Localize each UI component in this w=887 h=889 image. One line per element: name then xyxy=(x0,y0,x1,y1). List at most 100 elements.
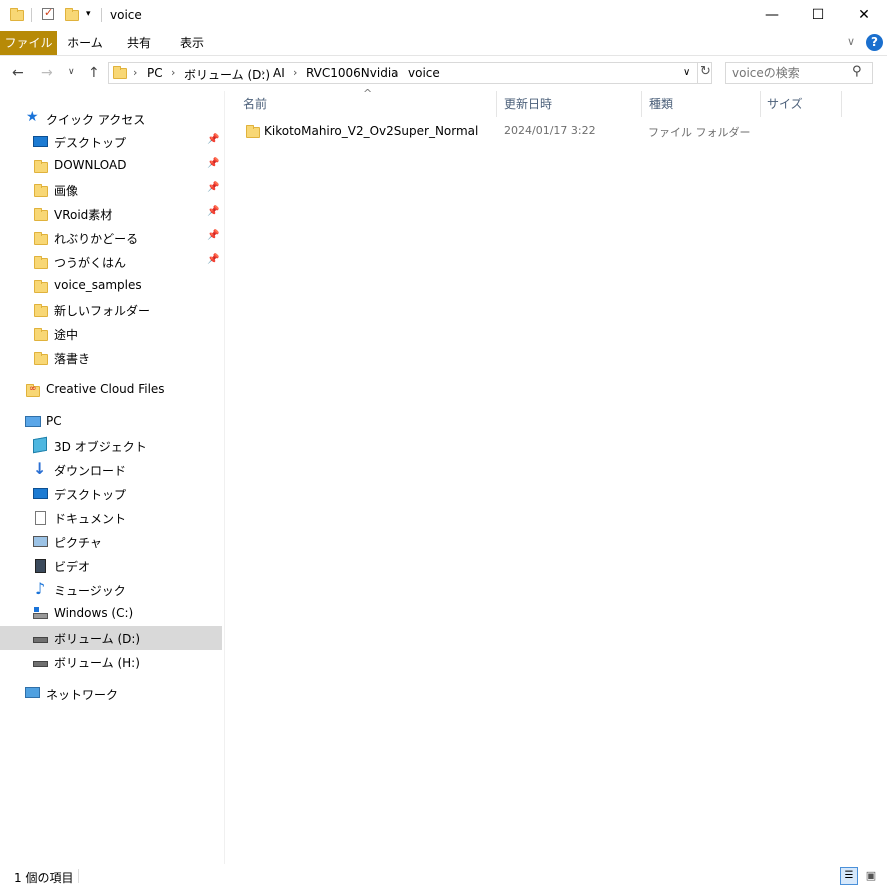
item-count: 1 個の項目 xyxy=(14,871,74,885)
search-input[interactable] xyxy=(732,65,844,81)
sidebar-item-label: Windows (C:) xyxy=(54,606,134,620)
sidebar-item-wip[interactable]: 途中 xyxy=(0,322,222,346)
sidebar-item-label: DOWNLOAD xyxy=(54,158,127,172)
column-header-type[interactable]: 種類 xyxy=(649,95,673,112)
sidebar-item-creative-cloud[interactable]: ∞ Creative Cloud Files xyxy=(0,378,222,402)
sidebar-item-downloads[interactable]: ↓ ダウンロード xyxy=(0,458,222,482)
sidebar-item-drive-h[interactable]: ボリューム (H:) xyxy=(0,650,222,674)
sidebar-item-label: デスクトップ xyxy=(54,488,127,502)
large-icons-view-icon[interactable]: ▣ xyxy=(862,867,880,885)
column-divider[interactable] xyxy=(496,91,497,117)
breadcrumb-separator-icon[interactable]: › xyxy=(394,66,398,79)
column-header-name[interactable]: 名前 xyxy=(243,95,267,112)
pin-icon[interactable]: 📌 xyxy=(207,254,219,265)
column-header-size[interactable]: サイズ xyxy=(767,95,803,112)
sidebar-item-new-folder[interactable]: 新しいフォルダー xyxy=(0,298,222,322)
divider xyxy=(31,8,32,22)
pin-icon[interactable]: 📌 xyxy=(207,134,219,145)
sidebar-item-tsugaku[interactable]: つうがくはん 📌 xyxy=(0,250,222,274)
breadcrumb-separator-icon[interactable]: › xyxy=(261,66,265,79)
3d-objects-icon xyxy=(33,436,47,454)
divider xyxy=(101,8,102,22)
drive-icon xyxy=(33,661,48,667)
breadcrumb-separator-icon[interactable]: › xyxy=(293,66,297,79)
folder-icon xyxy=(34,184,48,197)
sidebar-item-3d-objects[interactable]: 3D オブジェクト xyxy=(0,434,222,458)
sidebar-item-vroid[interactable]: VRoid素材 📌 xyxy=(0,202,222,226)
breadcrumb-voice[interactable]: voice xyxy=(408,66,440,80)
breadcrumb-pc[interactable]: PC xyxy=(147,66,163,80)
sidebar-item-voice-samples[interactable]: voice_samples xyxy=(0,274,222,298)
help-icon[interactable]: ? xyxy=(866,34,883,51)
details-view-icon[interactable]: ☰ xyxy=(840,867,858,885)
search-icon[interactable]: ⚲ xyxy=(852,64,862,79)
sidebar-item-pictures[interactable]: ピクチャ xyxy=(0,530,222,554)
up-arrow-icon[interactable]: ↑ xyxy=(88,65,100,81)
sidebar-item-network[interactable]: ネットワーク xyxy=(0,682,222,706)
search-box[interactable]: ⚲ xyxy=(725,62,873,84)
forward-arrow-icon[interactable]: → xyxy=(41,65,53,81)
ribbon-expand-icon[interactable]: ∨ xyxy=(847,35,855,48)
folder-icon xyxy=(34,304,48,317)
sidebar-item-desktop[interactable]: デスクトップ 📌 xyxy=(0,130,222,154)
close-icon: ✕ xyxy=(858,7,870,23)
sidebar-item-drive-c[interactable]: Windows (C:) xyxy=(0,602,222,626)
tab-file[interactable]: ファイル xyxy=(0,31,57,55)
divider xyxy=(78,869,79,883)
sidebar-item-download-folder[interactable]: DOWNLOAD 📌 xyxy=(0,154,222,178)
breadcrumb-ai[interactable]: AI xyxy=(273,66,285,80)
file-type: ファイル フォルダー xyxy=(648,126,751,139)
sort-ascending-icon: ^ xyxy=(363,87,373,100)
close-button[interactable]: ✕ xyxy=(841,0,887,31)
file-name: KikotoMahiro_V2_Ov2Super_Normal xyxy=(264,124,479,138)
column-divider[interactable] xyxy=(760,91,761,117)
sidebar-item-label: 落書き xyxy=(54,352,91,366)
pin-icon[interactable]: 📌 xyxy=(207,158,219,169)
tab-home[interactable]: ホーム xyxy=(60,31,110,55)
breadcrumb-volume-d[interactable]: ボリューム (D:) xyxy=(184,66,270,83)
pin-icon[interactable]: 📌 xyxy=(207,206,219,217)
file-modified: 2024/01/17 3:22 xyxy=(504,124,596,137)
sidebar-item-label: ボリューム (H:) xyxy=(54,656,140,670)
new-folder-icon[interactable] xyxy=(65,7,79,21)
column-divider[interactable] xyxy=(641,91,642,117)
tab-view[interactable]: 表示 xyxy=(167,31,217,55)
sidebar-item-label: PC xyxy=(46,414,62,428)
sidebar-item-pc[interactable]: PC xyxy=(0,410,222,434)
recent-locations-icon[interactable]: ∨ xyxy=(68,67,75,77)
sidebar-item-pc-desktop[interactable]: デスクトップ xyxy=(0,482,222,506)
folder-icon xyxy=(34,208,48,221)
address-dropdown-icon[interactable]: ∨ xyxy=(683,67,690,78)
refresh-icon[interactable]: ↻ xyxy=(700,64,711,79)
drive-icon xyxy=(33,637,48,643)
customize-quick-access-icon[interactable]: ▾ xyxy=(86,9,91,19)
properties-icon[interactable]: ✓ xyxy=(42,6,54,20)
sidebar-item-doodles[interactable]: 落書き xyxy=(0,346,222,370)
pin-icon[interactable]: 📌 xyxy=(207,182,219,193)
table-row[interactable]: KikotoMahiro_V2_Ov2Super_Normal 2024/01/… xyxy=(225,119,845,143)
folder-icon xyxy=(10,7,24,21)
navigation-pane: ★ クイック アクセス デスクトップ 📌 DOWNLOAD 📌 画像 📌 VRo… xyxy=(0,91,225,864)
column-header-modified[interactable]: 更新日時 xyxy=(504,95,552,112)
sidebar-item-replica-doll[interactable]: れぶりかどーる 📌 xyxy=(0,226,222,250)
sidebar-item-label: voice_samples xyxy=(54,278,142,292)
tab-share[interactable]: 共有 xyxy=(114,31,164,55)
maximize-button[interactable]: ☐ xyxy=(795,0,841,31)
sidebar-item-images[interactable]: 画像 📌 xyxy=(0,178,222,202)
breadcrumb-separator-icon[interactable]: › xyxy=(133,66,137,79)
folder-icon xyxy=(34,160,48,173)
music-icon: ♪ xyxy=(35,579,46,598)
breadcrumb-separator-icon[interactable]: › xyxy=(171,66,175,79)
sidebar-item-documents[interactable]: ドキュメント xyxy=(0,506,222,530)
sidebar-item-quick-access[interactable]: ★ クイック アクセス xyxy=(0,107,222,131)
sidebar-item-videos[interactable]: ビデオ xyxy=(0,554,222,578)
sidebar-item-label: クイック アクセス xyxy=(46,113,146,127)
address-bar[interactable]: › PC › ボリューム (D:) › AI › RVC1006Nvidia ›… xyxy=(108,62,712,84)
sidebar-item-drive-d[interactable]: ボリューム (D:) xyxy=(0,626,222,650)
minimize-button[interactable]: — xyxy=(749,0,795,31)
sidebar-item-music[interactable]: ♪ ミュージック xyxy=(0,578,222,602)
breadcrumb-rvc[interactable]: RVC1006Nvidia xyxy=(306,66,399,80)
pin-icon[interactable]: 📌 xyxy=(207,230,219,241)
back-arrow-icon[interactable]: ← xyxy=(12,65,24,81)
column-divider[interactable] xyxy=(841,91,842,117)
